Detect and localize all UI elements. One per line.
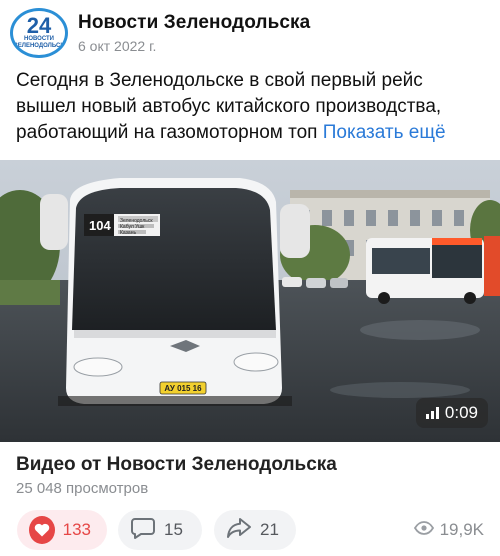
like-count: 133 bbox=[62, 520, 91, 539]
eye-icon bbox=[413, 520, 434, 540]
share-icon bbox=[226, 516, 252, 545]
bus-license-plate: АУ 015 16 bbox=[164, 384, 202, 393]
share-button[interactable]: 21 bbox=[214, 510, 296, 550]
share-count: 21 bbox=[260, 520, 279, 539]
post-view-count: 19,9K bbox=[413, 520, 484, 540]
video-player[interactable]: 104 Зеленодольск Кабул Ушк Казань АУ 015… bbox=[0, 160, 500, 442]
video-views: 25 048 просмотров bbox=[16, 480, 149, 497]
bus-route-text: Казань bbox=[120, 230, 136, 236]
post-date[interactable]: 6 окт 2022 г. bbox=[78, 38, 156, 54]
comment-button[interactable]: 15 bbox=[118, 510, 202, 550]
video-title-link[interactable]: Видео от Новости Зеленодольска bbox=[16, 454, 337, 476]
like-button[interactable]: 133 bbox=[17, 510, 107, 550]
post-text-line: вышел новый автобус китайского производс… bbox=[16, 96, 442, 117]
heart-icon bbox=[29, 516, 55, 544]
bus-route-number: 104 bbox=[89, 218, 111, 233]
show-more-link[interactable]: Показать ещё bbox=[323, 122, 446, 143]
avatar-caption-line2: ЗЕЛЕНОДОЛЬСК bbox=[13, 43, 65, 49]
group-name-link[interactable]: Новости Зеленодольска bbox=[78, 12, 310, 34]
comment-icon bbox=[130, 516, 156, 545]
comment-count: 15 bbox=[164, 520, 183, 539]
post-text-fragment: работающий на газомоторном топ bbox=[16, 122, 318, 143]
group-avatar[interactable]: 24 НОВОСТИ ЗЕЛЕНОДОЛЬСК bbox=[10, 8, 68, 58]
avatar-number: 24 bbox=[26, 13, 52, 38]
post-text-line: Сегодня в Зеленодольске в свой первый ре… bbox=[16, 70, 423, 91]
video-duration-badge: 0:09 bbox=[415, 398, 488, 428]
volume-bars-icon bbox=[425, 407, 439, 419]
post-text: Сегодня в Зеленодольске в свой первый ре… bbox=[16, 68, 490, 146]
post-actions-bar: 133 15 21 19,9K bbox=[0, 510, 500, 552]
post-text-line-truncated: работающий на газомоторном топ Показать … bbox=[16, 120, 490, 146]
view-count-value: 19,9K bbox=[439, 520, 484, 539]
post-header: 24 НОВОСТИ ЗЕЛЕНОДОЛЬСК Новости Зеленодо… bbox=[0, 0, 500, 62]
video-duration: 0:09 bbox=[444, 403, 478, 422]
avatar-caption-line1: НОВОСТИ bbox=[23, 36, 54, 42]
